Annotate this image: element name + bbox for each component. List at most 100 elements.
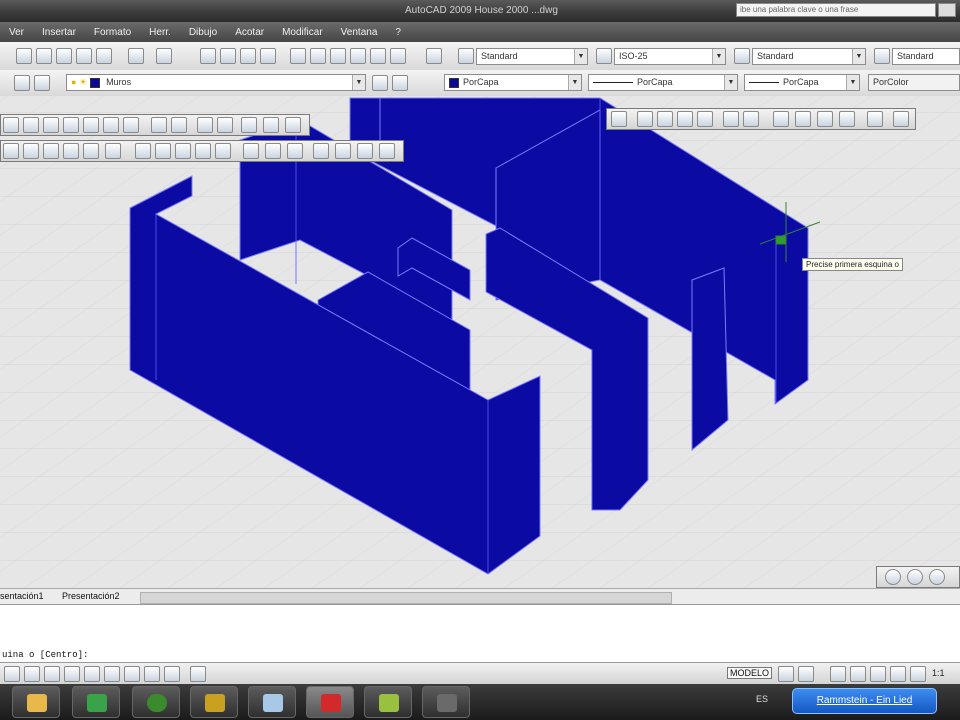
mirror-3d-icon[interactable] bbox=[215, 143, 231, 159]
named-views-icon[interactable] bbox=[867, 111, 883, 127]
section-plane-icon[interactable] bbox=[105, 143, 121, 159]
continuous-orbit-icon[interactable] bbox=[929, 569, 945, 585]
sphere-icon[interactable] bbox=[83, 117, 99, 133]
extract-edges-icon[interactable] bbox=[243, 143, 259, 159]
tab-presentacion1[interactable]: sentación1 bbox=[0, 591, 44, 601]
3d-array-icon[interactable] bbox=[195, 143, 211, 159]
taskbar-tool[interactable] bbox=[190, 686, 238, 718]
menu-modificar[interactable]: Modificar bbox=[273, 27, 332, 38]
se-iso-icon[interactable] bbox=[773, 111, 789, 127]
taskbar-notes[interactable] bbox=[364, 686, 412, 718]
taskbar-recorder[interactable] bbox=[422, 686, 470, 718]
nw-iso-icon[interactable] bbox=[817, 111, 833, 127]
undo-icon[interactable] bbox=[128, 48, 144, 64]
convert-solid-icon[interactable] bbox=[265, 143, 281, 159]
language-indicator[interactable]: ES bbox=[756, 694, 768, 704]
lineweight-icon[interactable] bbox=[164, 666, 180, 682]
steering-wheel-icon[interactable] bbox=[870, 666, 886, 682]
zoom-window-icon[interactable] bbox=[240, 48, 256, 64]
menu-herramientas[interactable]: Herr. bbox=[140, 27, 180, 38]
polysolid-icon[interactable] bbox=[3, 117, 19, 133]
annotation-scale[interactable]: 1:1 bbox=[932, 668, 945, 678]
paste-icon[interactable] bbox=[56, 48, 72, 64]
showmotion-icon[interactable] bbox=[890, 666, 906, 682]
view-top-icon[interactable] bbox=[611, 111, 627, 127]
markup-icon[interactable] bbox=[370, 48, 386, 64]
otrack-icon[interactable] bbox=[104, 666, 120, 682]
loft-icon[interactable] bbox=[241, 117, 257, 133]
snap-icon[interactable] bbox=[4, 666, 20, 682]
view-back-icon[interactable] bbox=[697, 111, 713, 127]
taskbar-browser[interactable] bbox=[132, 686, 180, 718]
visual-style-icon[interactable] bbox=[357, 143, 373, 159]
plotstyle-select[interactable]: PorColor bbox=[868, 74, 960, 91]
view-left-icon[interactable] bbox=[657, 111, 673, 127]
match-properties-icon[interactable] bbox=[76, 48, 92, 64]
interfere-icon[interactable] bbox=[23, 143, 39, 159]
wedge-icon[interactable] bbox=[43, 117, 59, 133]
flatshot-icon[interactable] bbox=[313, 143, 329, 159]
menu-ventana[interactable]: Ventana bbox=[332, 27, 387, 38]
dyn-icon[interactable] bbox=[144, 666, 160, 682]
orbit-icon[interactable] bbox=[885, 569, 901, 585]
revolve-icon[interactable] bbox=[217, 117, 233, 133]
taskbar-explorer[interactable] bbox=[12, 686, 60, 718]
search-button[interactable] bbox=[938, 3, 956, 17]
convert-surface-icon[interactable] bbox=[287, 143, 303, 159]
copy-icon[interactable] bbox=[36, 48, 52, 64]
taskbar-network[interactable] bbox=[72, 686, 120, 718]
layout-quick-view-icon[interactable] bbox=[778, 666, 794, 682]
design-center-icon[interactable] bbox=[310, 48, 326, 64]
view-bottom-icon[interactable] bbox=[723, 111, 739, 127]
lineweight-select[interactable]: PorCapa ▼ bbox=[744, 74, 860, 91]
layer-select[interactable]: ● ☀ Muros ▼ bbox=[66, 74, 366, 91]
grid-icon[interactable] bbox=[24, 666, 40, 682]
osnap-icon[interactable] bbox=[84, 666, 100, 682]
presspull-icon[interactable] bbox=[171, 117, 187, 133]
render-icon[interactable] bbox=[379, 143, 395, 159]
drawing-canvas[interactable]: Precise primera esquina o bbox=[0, 96, 960, 588]
model-space-toggle[interactable]: MODELO bbox=[727, 667, 773, 679]
free-orbit-icon[interactable] bbox=[907, 569, 923, 585]
table-style-icon[interactable] bbox=[734, 48, 750, 64]
menu-ayuda[interactable]: ? bbox=[386, 27, 410, 38]
tool-palettes-icon[interactable] bbox=[330, 48, 346, 64]
3d-rotate-icon[interactable] bbox=[155, 143, 171, 159]
view-right-icon[interactable] bbox=[677, 111, 693, 127]
cone-icon[interactable] bbox=[63, 117, 79, 133]
ducs-icon[interactable] bbox=[124, 666, 140, 682]
quickcalc-icon[interactable] bbox=[390, 48, 406, 64]
cylinder-icon[interactable] bbox=[103, 117, 119, 133]
notification-balloon[interactable]: Rammstein - Ein Lied bbox=[792, 688, 937, 714]
annotation-scale-icon[interactable] bbox=[910, 666, 926, 682]
command-line[interactable]: uina o [Centro]: bbox=[0, 604, 960, 663]
search-input[interactable]: ibe una palabra clave o una frase bbox=[736, 3, 936, 17]
horizontal-scrollbar[interactable] bbox=[140, 592, 672, 604]
help-icon[interactable] bbox=[426, 48, 442, 64]
pan-status-icon[interactable] bbox=[830, 666, 846, 682]
quick-properties-icon[interactable] bbox=[190, 666, 206, 682]
union-icon[interactable] bbox=[263, 117, 279, 133]
3d-move-icon[interactable] bbox=[135, 143, 151, 159]
zoom-realtime-icon[interactable] bbox=[220, 48, 236, 64]
text-style-icon[interactable] bbox=[458, 48, 474, 64]
layer-properties-icon[interactable] bbox=[14, 75, 30, 91]
taskbar-autocad[interactable] bbox=[306, 686, 354, 718]
menu-ver[interactable]: Ver bbox=[0, 27, 33, 38]
torus-icon[interactable] bbox=[123, 117, 139, 133]
subtract-icon[interactable] bbox=[285, 117, 301, 133]
linetype-select[interactable]: PorCapa ▼ bbox=[588, 74, 738, 91]
polar-icon[interactable] bbox=[64, 666, 80, 682]
menu-dibujo[interactable]: Dibujo bbox=[180, 27, 226, 38]
camera-icon[interactable] bbox=[839, 111, 855, 127]
3d-align-icon[interactable] bbox=[175, 143, 191, 159]
table-style-select[interactable]: Standard ▼ bbox=[752, 48, 866, 65]
ortho-icon[interactable] bbox=[44, 666, 60, 682]
tab-presentacion2[interactable]: Presentación2 bbox=[62, 591, 120, 601]
extrude-icon[interactable] bbox=[151, 117, 167, 133]
zoom-extents-icon[interactable] bbox=[893, 111, 909, 127]
layer-state-icon[interactable] bbox=[34, 75, 50, 91]
menu-insertar[interactable]: Insertar bbox=[33, 27, 85, 38]
navigation-icon[interactable] bbox=[335, 143, 351, 159]
redo-icon[interactable] bbox=[156, 48, 172, 64]
